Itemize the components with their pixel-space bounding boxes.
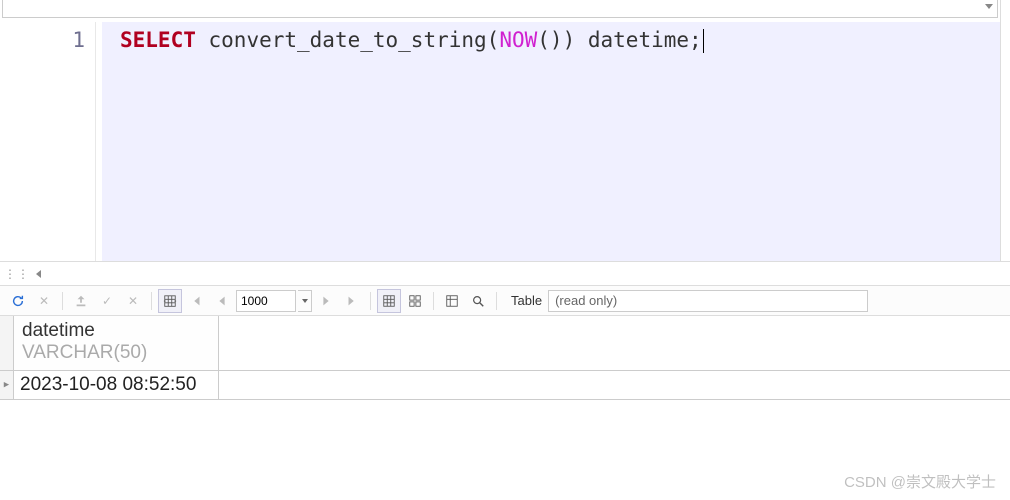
find-button[interactable]	[466, 289, 490, 313]
editor-tab-bar[interactable]	[2, 0, 998, 18]
column-header[interactable]: datetime VARCHAR(50)	[14, 316, 219, 370]
sql-terminator: ;	[689, 28, 702, 52]
first-page-button[interactable]	[184, 289, 208, 313]
results-toolbar: ✕ ✓ ✕ Table	[0, 286, 1010, 316]
grid-corner	[0, 316, 14, 370]
grid-view-button[interactable]	[377, 289, 401, 313]
sql-func-inner: NOW	[499, 28, 537, 52]
refresh-button[interactable]	[6, 289, 30, 313]
line-number: 1	[0, 28, 85, 52]
tree-view-button[interactable]	[403, 289, 427, 313]
table-mode-label: Table	[511, 293, 542, 308]
row-limit-dropdown[interactable]	[298, 290, 312, 312]
last-page-button[interactable]	[340, 289, 364, 313]
grip-icon: ⋮⋮	[4, 267, 30, 281]
text-caret	[703, 29, 704, 53]
next-page-button[interactable]	[314, 289, 338, 313]
column-name: datetime	[22, 320, 210, 342]
commit-button[interactable]: ✓	[95, 289, 119, 313]
collapse-left-icon[interactable]	[36, 270, 41, 278]
line-gutter: 1	[0, 22, 96, 261]
code-line[interactable]: SELECT convert_date_to_string(NOW()) dat…	[102, 22, 1000, 261]
current-row-indicator-icon: ▶	[0, 371, 14, 399]
sql-alias: datetime	[588, 28, 689, 52]
results-header-row: datetime VARCHAR(50)	[0, 316, 1010, 371]
table-mode-field[interactable]	[548, 290, 868, 312]
prev-page-button[interactable]	[210, 289, 234, 313]
column-type: VARCHAR(50)	[22, 342, 210, 364]
cell-value[interactable]: 2023-10-08 08:52:50	[14, 371, 219, 399]
table-row[interactable]: ▶ 2023-10-08 08:52:50	[0, 371, 1010, 400]
sql-func-outer: convert_date_to_string	[209, 28, 487, 52]
stop-button[interactable]: ✕	[32, 289, 56, 313]
transpose-button[interactable]	[440, 289, 464, 313]
sql-editor[interactable]: 1 SELECT convert_date_to_string(NOW()) d…	[0, 22, 1000, 261]
sql-keyword: SELECT	[120, 28, 196, 52]
rollback-button[interactable]: ✕	[121, 289, 145, 313]
auto-size-columns-button[interactable]	[158, 289, 182, 313]
right-panel-placeholder	[1000, 0, 1010, 261]
watermark: CSDN @崇文殿大学士	[844, 471, 996, 492]
export-button[interactable]	[69, 289, 93, 313]
panel-splitter[interactable]: ⋮⋮	[0, 262, 1010, 286]
row-limit-input[interactable]	[236, 290, 296, 312]
